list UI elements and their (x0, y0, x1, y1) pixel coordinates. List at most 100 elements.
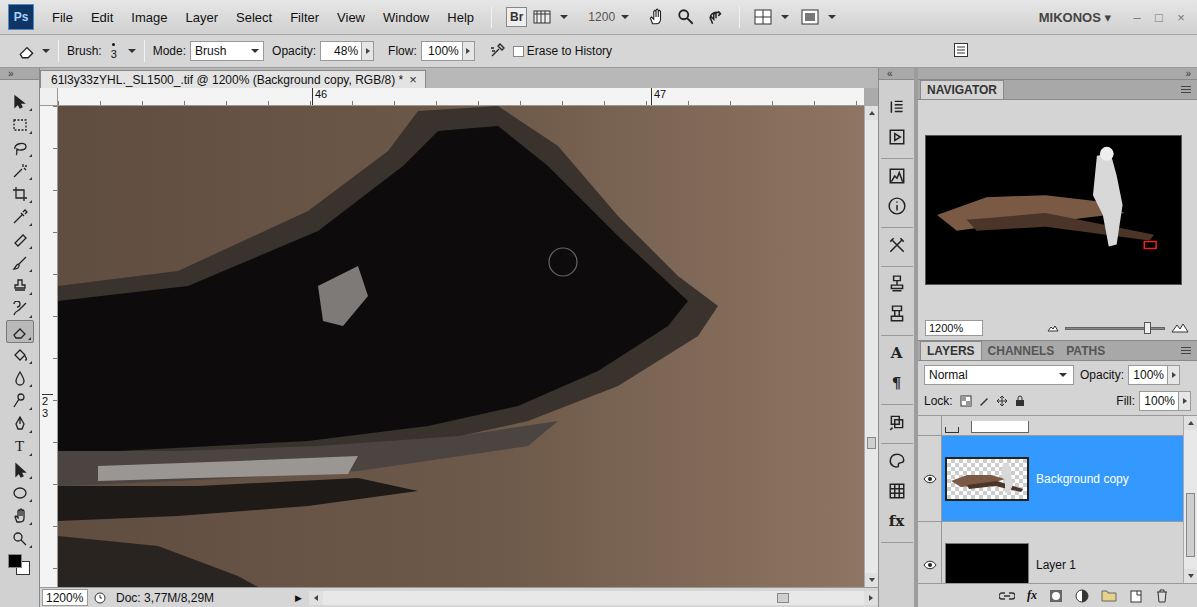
layer-row[interactable] (918, 416, 1183, 436)
tool-button[interactable] (6, 343, 34, 366)
panels-header[interactable]: » (918, 68, 1197, 80)
status-icon[interactable] (94, 592, 106, 604)
dock-button[interactable] (884, 230, 910, 260)
tool-button[interactable] (6, 205, 34, 228)
lock-all-icon[interactable] (1014, 395, 1026, 407)
dock-button[interactable] (884, 299, 910, 329)
tool-button[interactable] (6, 527, 34, 550)
collapse-button[interactable]: » (1185, 69, 1191, 79)
dock-button[interactable] (884, 446, 910, 476)
scroll-thumb[interactable] (867, 437, 876, 449)
layer-row[interactable]: Background copy (918, 436, 1183, 522)
tool-button[interactable] (6, 366, 34, 389)
tool-button[interactable] (6, 297, 34, 320)
menu-item[interactable]: Window (374, 10, 438, 25)
dock-button[interactable] (884, 122, 910, 152)
panel-tab[interactable]: LAYERS (920, 341, 982, 360)
panel-tab[interactable]: CHANNELS (982, 342, 1061, 360)
new-group-icon[interactable] (1101, 589, 1117, 602)
layer-style-button[interactable]: fx (1027, 588, 1037, 603)
document-tab[interactable]: 61l3y33zYHL._SL1500_.tif @ 1200% (Backgr… (40, 70, 426, 88)
zoom-in-icon[interactable] (1171, 323, 1189, 333)
airbrush-button[interactable] (489, 42, 507, 61)
dock-button[interactable] (884, 92, 910, 122)
image-canvas[interactable] (58, 106, 864, 587)
tool-preset-picker[interactable] (18, 42, 50, 60)
visibility-toggle[interactable] (918, 436, 942, 521)
tool-button[interactable] (6, 458, 34, 481)
screen-mode-button[interactable] (801, 9, 836, 25)
zoom-field[interactable]: 1200% (925, 320, 983, 336)
dock-button[interactable]: ¶ (884, 368, 910, 398)
panel-menu-button[interactable] (1181, 86, 1197, 93)
visibility-toggle[interactable] (918, 522, 942, 583)
tool-button[interactable] (6, 182, 34, 205)
scroll-thumb[interactable] (777, 593, 789, 603)
tool-button[interactable] (6, 136, 34, 159)
collapse-button[interactable]: « (887, 69, 893, 79)
bridge-button[interactable]: Br (506, 7, 527, 27)
tool-button[interactable] (6, 504, 34, 527)
scroll-track[interactable] (865, 120, 878, 573)
collapse-button[interactable]: » (8, 69, 14, 79)
window-control-button[interactable]: – (1129, 10, 1145, 25)
blend-mode-select[interactable]: Normal (924, 365, 1074, 385)
slider-thumb[interactable] (1144, 322, 1151, 334)
scroll-up-button[interactable] (865, 106, 879, 120)
tool-button[interactable] (6, 320, 34, 343)
rotate-view-button[interactable] (707, 8, 725, 26)
flow-field[interactable]: 100% (421, 41, 463, 61)
hand-tool-button[interactable] (647, 8, 665, 26)
tool-button[interactable] (6, 228, 34, 251)
zoom-dropdown[interactable]: 1200 (588, 10, 629, 24)
dock-button[interactable] (884, 161, 910, 191)
panel-tab[interactable]: NAVIGATOR (920, 80, 1004, 99)
foreground-color-swatch[interactable] (8, 554, 22, 568)
tool-button[interactable] (6, 481, 34, 504)
menu-item[interactable]: Edit (82, 10, 122, 25)
tool-button[interactable] (6, 389, 34, 412)
panel-menu-button[interactable] (1181, 347, 1197, 354)
zoom-slider[interactable] (1065, 327, 1165, 330)
brush-picker[interactable]: 3 (106, 43, 122, 60)
tool-button[interactable] (6, 412, 34, 435)
workspace-switcher[interactable]: MIKONOS ▾ (1039, 10, 1111, 25)
trash-icon[interactable] (1155, 589, 1169, 603)
fill-slider-button[interactable] (1179, 391, 1191, 411)
scroll-track[interactable] (1184, 430, 1197, 569)
scroll-right-button[interactable] (864, 591, 878, 605)
menu-item[interactable]: Help (438, 10, 483, 25)
adjustment-layer-icon[interactable] (1075, 589, 1089, 603)
link-layers-icon[interactable] (999, 590, 1015, 602)
erase-to-history-checkbox[interactable]: Erase to History (513, 44, 612, 58)
lock-transparency-icon[interactable] (960, 395, 972, 407)
menu-item[interactable]: View (328, 10, 374, 25)
dock-button[interactable] (884, 191, 910, 221)
tool-button[interactable] (6, 90, 34, 113)
new-layer-icon[interactable] (1129, 589, 1143, 603)
zoom-out-icon[interactable] (1047, 324, 1059, 332)
tool-button[interactable] (6, 251, 34, 274)
view-extras-button[interactable] (533, 9, 568, 25)
color-swatches[interactable] (6, 552, 34, 578)
window-control-button[interactable]: × (1173, 10, 1189, 25)
menu-item[interactable]: Select (227, 10, 281, 25)
scroll-up-button[interactable] (1184, 416, 1197, 430)
scroll-down-button[interactable] (1184, 569, 1197, 583)
navigator-preview[interactable] (925, 135, 1182, 285)
dock-button[interactable] (884, 269, 910, 299)
scroll-left-button[interactable] (309, 591, 323, 605)
lock-pixels-icon[interactable] (978, 395, 990, 407)
vertical-scrollbar[interactable] (864, 106, 878, 587)
mode-select[interactable]: Brush (190, 41, 264, 61)
menu-item[interactable]: Layer (177, 10, 228, 25)
visibility-toggle[interactable] (918, 416, 942, 435)
layers-scrollbar[interactable] (1183, 416, 1197, 583)
dock-header[interactable]: « (879, 68, 914, 80)
fill-field[interactable]: 100% (1139, 391, 1179, 411)
caret-icon[interactable] (128, 49, 136, 53)
horizontal-scrollbar[interactable] (309, 591, 878, 605)
dock-button[interactable] (884, 407, 910, 437)
opacity-slider-button[interactable] (362, 41, 374, 61)
checkbox-box[interactable] (513, 46, 524, 57)
